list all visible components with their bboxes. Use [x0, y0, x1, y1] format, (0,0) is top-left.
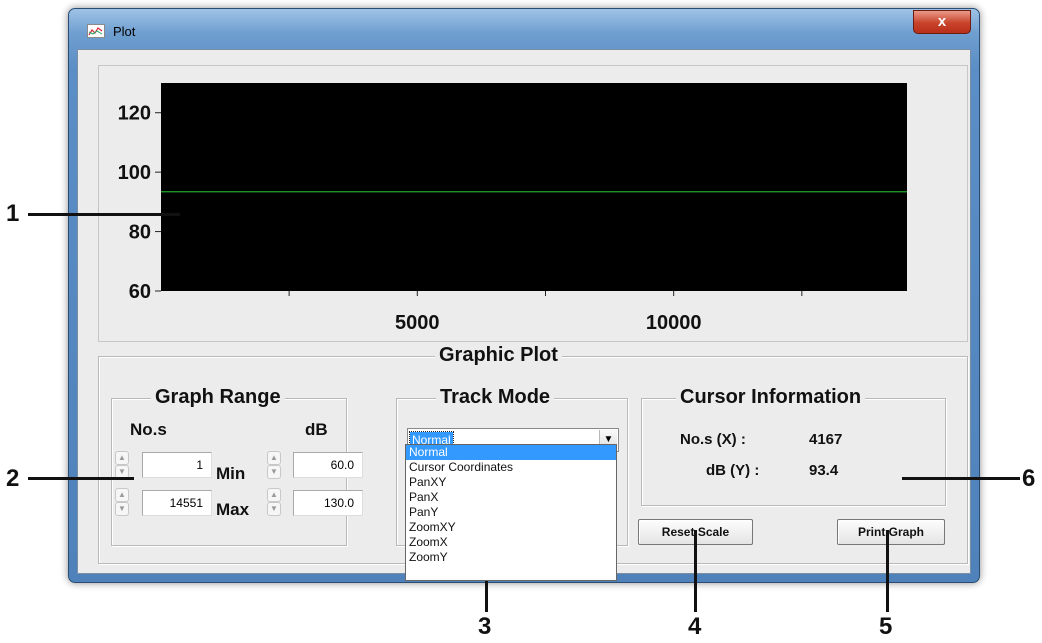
dropdown-option[interactable]: Cursor Coordinates	[406, 460, 616, 475]
graphic-plot-title: Graphic Plot	[435, 344, 562, 367]
track-mode-title: Track Mode	[436, 386, 555, 409]
print-graph-button[interactable]: Print Graph	[837, 519, 945, 545]
callout-2: 2	[6, 465, 20, 492]
spin-down-icon[interactable]: ▼	[267, 465, 281, 479]
x-tick-label: 5000	[395, 312, 440, 334]
x-tick-label: 10000	[646, 312, 702, 334]
dropdown-option[interactable]: ZoomXY	[406, 520, 616, 535]
callout-5-line	[886, 530, 889, 612]
callout-4: 4	[688, 613, 702, 640]
callout-6: 6	[1022, 465, 1036, 492]
callout-4-line	[694, 530, 697, 612]
spin-down-icon[interactable]: ▼	[115, 502, 129, 516]
dropdown-option[interactable]: PanXY	[406, 475, 616, 490]
callout-1: 1	[6, 200, 20, 227]
spin-up-icon[interactable]: ▲	[267, 488, 281, 502]
callout-6-line	[902, 477, 1020, 480]
x-min-input[interactable]	[142, 452, 212, 478]
cursor-x-value: 4167	[809, 431, 843, 448]
dropdown-option[interactable]: PanX	[406, 490, 616, 505]
y-tick-label: 100	[118, 162, 151, 184]
x-min-spinner[interactable]: ▲ ▼	[115, 451, 129, 479]
dropdown-option[interactable]: Normal	[406, 445, 616, 460]
y-tick-label: 80	[129, 222, 151, 244]
x-max-input[interactable]	[142, 490, 212, 516]
dropdown-option[interactable]: PanY	[406, 505, 616, 520]
line-chart[interactable]: 60 80 100 120 5000 10000	[99, 66, 969, 343]
window-title: Plot	[113, 24, 136, 39]
y-max-input[interactable]	[293, 490, 363, 516]
close-icon: x	[937, 13, 947, 30]
cursor-x-label: No.s (X) :	[680, 431, 746, 448]
y-tick-label: 60	[129, 281, 151, 303]
spin-up-icon[interactable]: ▲	[115, 451, 129, 465]
y-tick-label: 120	[118, 103, 151, 125]
plot-background	[161, 83, 907, 291]
graph-range-xs-header: No.s	[130, 420, 167, 439]
spin-down-icon[interactable]: ▼	[267, 502, 281, 516]
cursor-info-group	[641, 398, 946, 506]
cursor-y-value: 93.4	[809, 462, 839, 479]
graph-range-title: Graph Range	[151, 386, 285, 409]
track-mode-dropdown-list[interactable]: Normal Cursor Coordinates PanXY PanX PanY Zoo…	[405, 444, 617, 581]
dropdown-option[interactable]: ZoomY	[406, 550, 616, 565]
spin-up-icon[interactable]: ▲	[267, 451, 281, 465]
min-label: Min	[216, 464, 246, 483]
callout-3: 3	[478, 613, 492, 640]
callout-2-line	[28, 477, 134, 480]
x-max-spinner[interactable]: ▲ ▼	[115, 488, 129, 516]
callout-5: 5	[879, 613, 893, 640]
callout-1-line	[28, 213, 180, 216]
y-min-spinner[interactable]: ▲ ▼	[267, 451, 281, 479]
max-label: Max	[216, 500, 250, 519]
close-button[interactable]: x	[913, 10, 971, 34]
cursor-y-label: dB (Y) :	[706, 462, 760, 479]
plot-frame: 60 80 100 120 5000 10000	[98, 65, 968, 342]
plot-app-icon	[87, 24, 105, 38]
dropdown-option[interactable]: ZoomX	[406, 535, 616, 550]
y-min-input[interactable]	[293, 452, 363, 478]
title-bar[interactable]: Plot x	[69, 9, 979, 49]
graph-range-db-header: dB	[305, 420, 328, 439]
spin-up-icon[interactable]: ▲	[115, 488, 129, 502]
y-max-spinner[interactable]: ▲ ▼	[267, 488, 281, 516]
cursor-info-title: Cursor Information	[676, 386, 866, 409]
